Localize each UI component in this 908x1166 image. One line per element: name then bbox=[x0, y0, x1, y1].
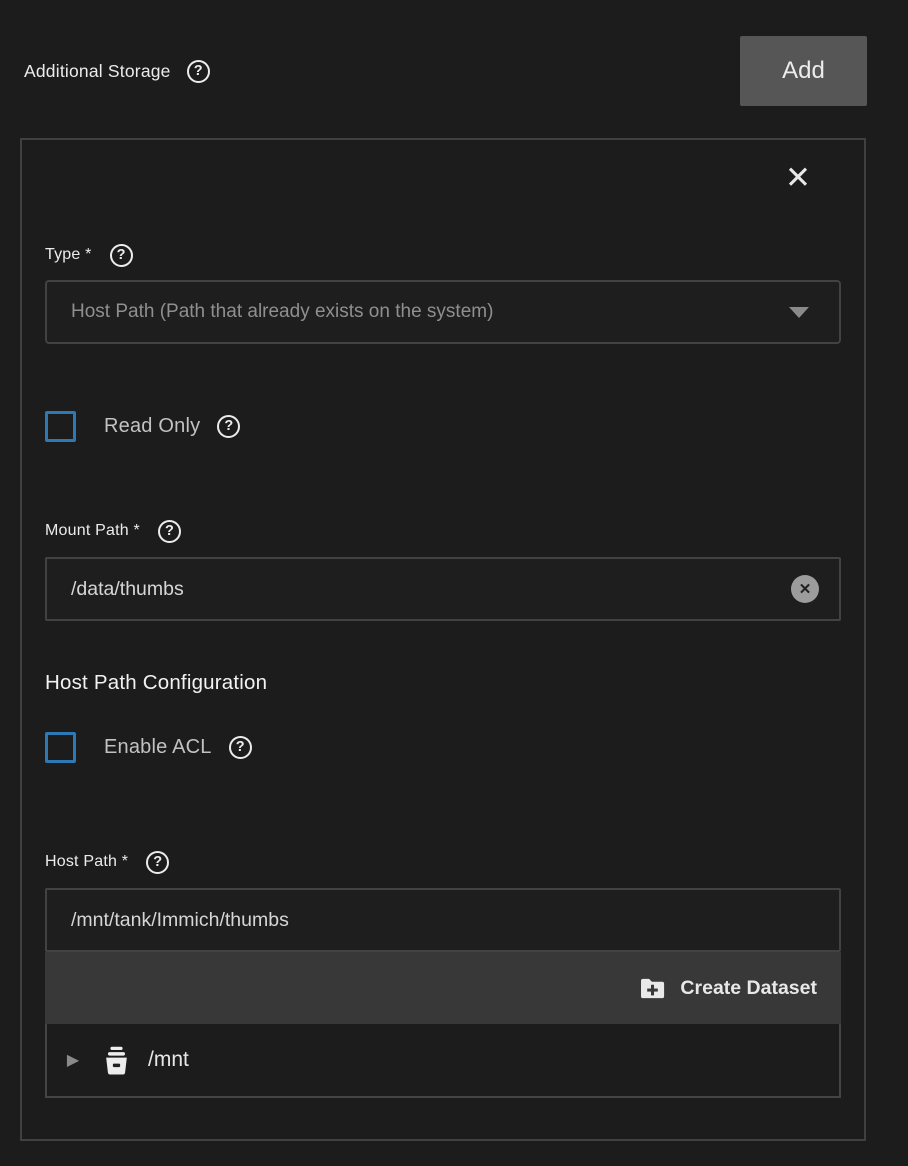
storage-item-panel: ✕ Type * ? Host Path (Path that already … bbox=[20, 138, 866, 1141]
page-title: Additional Storage bbox=[24, 61, 171, 82]
help-icon[interactable]: ? bbox=[110, 244, 133, 267]
expand-arrow-icon[interactable]: ▶ bbox=[61, 1050, 85, 1070]
close-icon[interactable]: ✕ bbox=[785, 158, 811, 198]
dataset-icon bbox=[101, 1045, 132, 1076]
chevron-down-icon bbox=[789, 307, 809, 318]
enable-acl-checkbox[interactable] bbox=[45, 732, 76, 763]
mount-path-label: Mount Path * bbox=[45, 522, 140, 540]
read-only-row: Read Only ? bbox=[45, 408, 841, 444]
host-path-configuration-heading: Host Path Configuration bbox=[45, 671, 841, 699]
mount-path-input[interactable] bbox=[45, 557, 841, 621]
additional-storage-header: Additional Storage ? Add bbox=[0, 0, 908, 106]
create-dataset-button[interactable]: Create Dataset bbox=[638, 974, 817, 1003]
dataset-browser-toolbar: Create Dataset bbox=[45, 952, 841, 1024]
type-select[interactable]: Host Path (Path that already exists on t… bbox=[45, 280, 841, 344]
dataset-browser: Create Dataset ▶ /mnt bbox=[45, 888, 841, 1098]
create-dataset-label: Create Dataset bbox=[680, 977, 817, 1000]
read-only-checkbox[interactable] bbox=[45, 411, 76, 442]
folder-plus-icon bbox=[638, 974, 667, 1003]
type-select-value: Host Path (Path that already exists on t… bbox=[71, 301, 493, 323]
mount-path-label-row: Mount Path * ? bbox=[45, 518, 841, 544]
enable-acl-label: Enable ACL bbox=[104, 736, 212, 759]
help-icon[interactable]: ? bbox=[217, 415, 240, 438]
help-icon[interactable]: ? bbox=[158, 520, 181, 543]
help-icon[interactable]: ? bbox=[229, 736, 252, 759]
host-path-input[interactable] bbox=[45, 888, 841, 952]
add-button[interactable]: Add bbox=[740, 36, 867, 106]
tree-row-mnt[interactable]: ▶ /mnt bbox=[47, 1024, 839, 1096]
host-path-label: Host Path * bbox=[45, 853, 128, 871]
enable-acl-row: Enable ACL ? bbox=[45, 729, 841, 765]
dataset-tree: ▶ /mnt bbox=[45, 1024, 841, 1098]
type-label-row: Type * ? bbox=[45, 242, 841, 268]
read-only-label: Read Only bbox=[104, 415, 200, 438]
help-icon[interactable]: ? bbox=[187, 60, 210, 83]
clear-icon[interactable]: ✕ bbox=[791, 575, 819, 603]
tree-node-label: /mnt bbox=[148, 1048, 189, 1072]
host-path-label-row: Host Path * ? bbox=[45, 849, 841, 875]
type-label: Type * bbox=[45, 246, 92, 264]
help-icon[interactable]: ? bbox=[146, 851, 169, 874]
